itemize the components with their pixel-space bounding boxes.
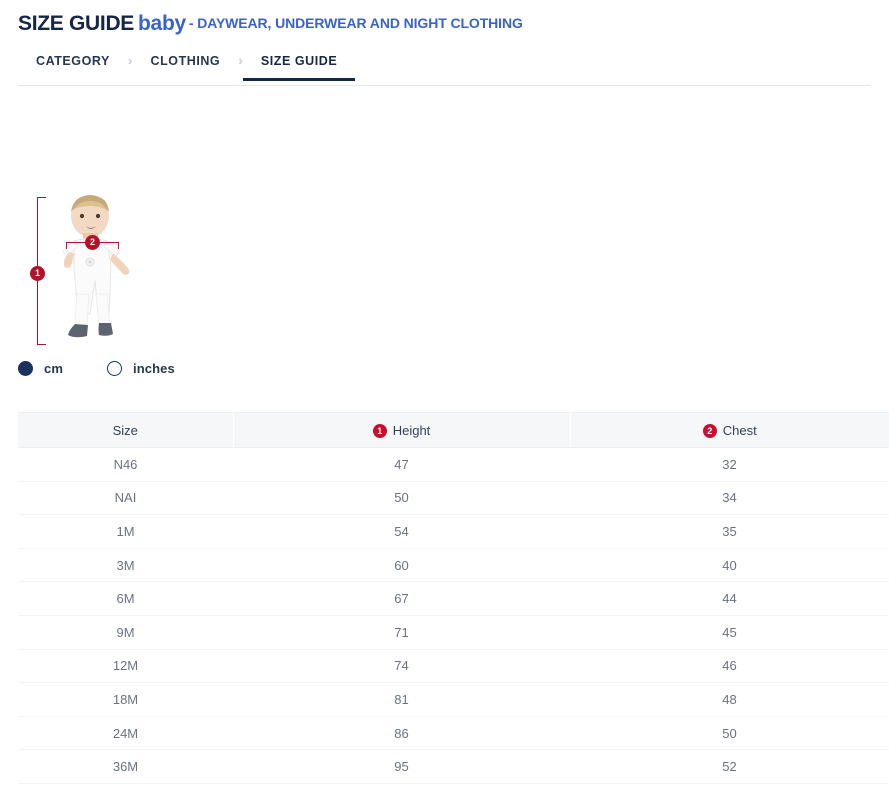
cell-chest: 40 [570, 548, 889, 582]
cell-chest: 32 [570, 448, 889, 482]
cell-size: 6M [18, 582, 233, 616]
column-header-chest-label: Chest [723, 423, 757, 438]
table-row: 3M 60 40 [18, 548, 889, 582]
cell-height: 86 [233, 716, 570, 750]
unit-option-inches[interactable]: inches [107, 361, 175, 376]
cell-height: 67 [233, 582, 570, 616]
table-row: 24M 86 50 [18, 716, 889, 750]
height-marker-badge: 1 [30, 266, 45, 281]
cell-height: 71 [233, 615, 570, 649]
chest-marker-badge: 2 [85, 235, 100, 250]
cell-chest: 34 [570, 481, 889, 515]
radio-cm-icon[interactable] [18, 361, 33, 376]
cell-size: 18M [18, 683, 233, 717]
column-header-height-label: Height [393, 423, 431, 438]
cell-size: 36M [18, 750, 233, 784]
chest-badge-icon: 2 [703, 424, 717, 438]
breadcrumb-divider [18, 85, 871, 86]
cell-chest: 45 [570, 615, 889, 649]
cell-chest: 52 [570, 750, 889, 784]
cell-height: 60 [233, 548, 570, 582]
page-title-subtitle: - DAYWEAR, UNDERWEAR AND NIGHT CLOTHING [189, 15, 523, 31]
table-row: 18M 81 48 [18, 683, 889, 717]
table-row: N46 47 32 [18, 448, 889, 482]
unit-option-cm[interactable]: cm [18, 361, 63, 376]
cell-size: 24M [18, 716, 233, 750]
page-title: SIZE GUIDEbaby- DAYWEAR, UNDERWEAR AND N… [18, 11, 523, 38]
height-badge-icon: 1 [373, 424, 387, 438]
cell-chest: 35 [570, 515, 889, 549]
column-header-height: 1 Height [233, 413, 570, 448]
cell-chest: 44 [570, 582, 889, 616]
unit-option-inches-label: inches [133, 361, 175, 376]
cell-height: 95 [233, 750, 570, 784]
page-title-main: SIZE GUIDE [18, 12, 134, 35]
table-row: 12M 74 46 [18, 649, 889, 683]
page-title-accent: baby [138, 12, 186, 35]
column-header-size: Size [18, 413, 233, 448]
size-guide-table: Size 1 Height 2 Chest N46 47 32 [18, 412, 889, 784]
table-row: NAI 50 34 [18, 481, 889, 515]
breadcrumb-item-category[interactable]: CATEGORY [18, 50, 128, 81]
table-header-row: Size 1 Height 2 Chest [18, 413, 889, 448]
breadcrumb: CATEGORY › CLOTHING › SIZE GUIDE [18, 50, 355, 86]
cell-chest: 48 [570, 683, 889, 717]
cell-size: 12M [18, 649, 233, 683]
table-row: 9M 71 45 [18, 615, 889, 649]
table-row: 36M 95 52 [18, 750, 889, 784]
size-table-body: N46 47 32 NAI 50 34 1M 54 35 3M 60 40 6M… [18, 448, 889, 784]
cell-size: 9M [18, 615, 233, 649]
breadcrumb-item-clothing[interactable]: CLOTHING [133, 50, 239, 81]
cell-height: 50 [233, 481, 570, 515]
cell-height: 81 [233, 683, 570, 717]
table-row: 1M 54 35 [18, 515, 889, 549]
cell-height: 54 [233, 515, 570, 549]
cell-size: NAI [18, 481, 233, 515]
cell-height: 74 [233, 649, 570, 683]
cell-size: 3M [18, 548, 233, 582]
measurement-figure: 1 2 [18, 190, 178, 355]
cell-size: N46 [18, 448, 233, 482]
cell-size: 1M [18, 515, 233, 549]
radio-inches-icon[interactable] [107, 361, 122, 376]
cell-chest: 46 [570, 649, 889, 683]
breadcrumb-item-size-guide[interactable]: SIZE GUIDE [243, 50, 355, 81]
column-header-chest: 2 Chest [570, 413, 889, 448]
table-row: 6M 67 44 [18, 582, 889, 616]
unit-selector: cm inches [18, 357, 175, 379]
unit-option-cm-label: cm [44, 361, 63, 376]
cell-height: 47 [233, 448, 570, 482]
cell-chest: 50 [570, 716, 889, 750]
column-header-size-label: Size [113, 423, 138, 438]
baby-photo [48, 194, 158, 352]
